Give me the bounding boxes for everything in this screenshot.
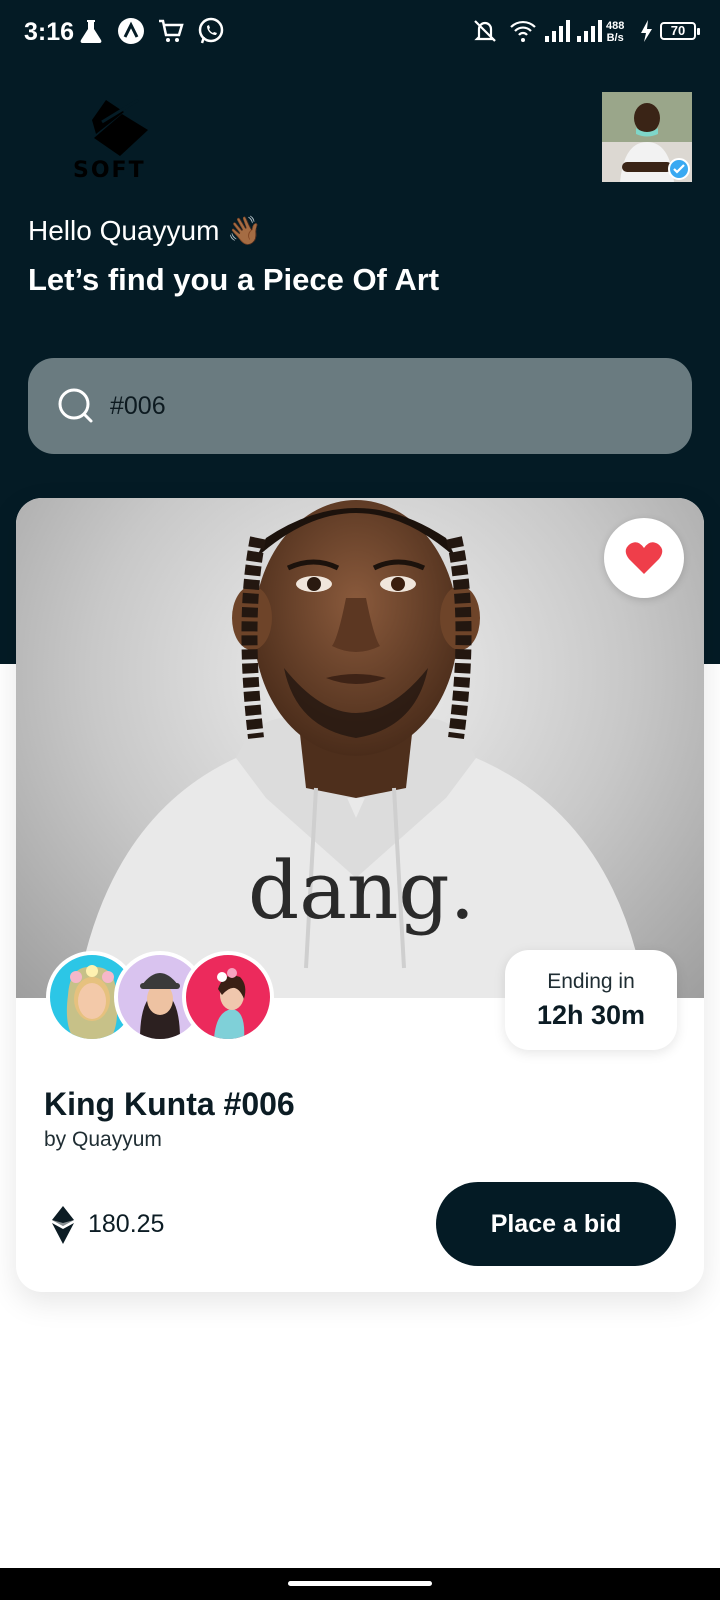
signal-icon [545,20,570,42]
ethereum-icon [52,1206,74,1244]
bidder-avatar[interactable] [182,951,274,1043]
search-input[interactable] [110,386,630,426]
signal-icon [577,20,602,42]
place-bid-button[interactable]: Place a bid [436,1182,676,1266]
charging-icon [641,20,652,42]
cart-icon [159,19,184,42]
favorite-button[interactable] [604,518,684,598]
battery-icon: 70 [660,22,700,40]
page-headline: Let’s find you a Piece Of Art [28,262,440,297]
app-logo-icon [118,18,144,44]
whatsapp-icon [198,17,224,44]
hoodie-print-text: dang. [248,844,475,937]
nft-artwork-image[interactable]: dang. [16,498,704,998]
wifi-icon [510,20,536,42]
bell-off-icon [474,20,496,42]
auction-timer: Ending in 12h 30m [505,950,677,1050]
verified-badge-icon [668,158,690,180]
bidder-avatars[interactable] [46,951,286,1045]
logo-text: SOFT [73,158,146,183]
heart-icon [625,542,663,574]
nft-author: by Quayyum [44,1128,162,1151]
network-speed-value: 488 [606,20,625,32]
home-gesture-handle[interactable] [288,1581,432,1586]
search-icon[interactable] [56,386,96,426]
status-time: 3:16 [24,18,75,46]
greeting-text: Hello Quayyum 👋🏾 [28,215,263,246]
flask-icon [80,20,102,43]
nft-title: King Kunta #006 [44,1086,295,1122]
artwork-illustration: dang. [76,500,646,998]
ending-countdown: 12h 30m [536,1000,646,1030]
system-nav-bar [0,1568,720,1600]
network-speed-unit: B/s [606,32,624,44]
nft-price: 180.25 [88,1210,165,1238]
network-speed: 488 B/s [606,20,624,44]
status-bar: 3:16 488 B/s 70 [0,0,720,66]
bidder-3-photo [214,968,246,1039]
search-bar[interactable] [28,358,692,454]
ending-label: Ending in [547,970,635,993]
nft-card[interactable]: dang. Ending in 12h 30m King Kunta #006 … [16,498,704,1292]
